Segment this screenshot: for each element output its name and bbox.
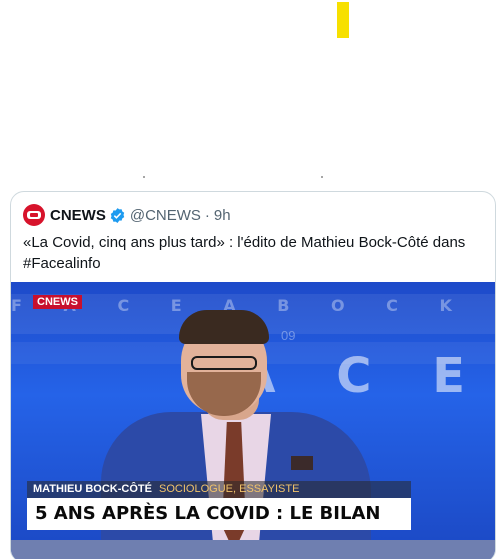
tweet-card[interactable]: CNEWS @CNEWS · 9h «La Covid, cinq ans pl… (10, 191, 496, 559)
tweet-text: «La Covid, cinq ans plus tard» : l'édito… (23, 232, 485, 274)
divider-tick (321, 176, 323, 178)
separator-dot: · (204, 206, 210, 224)
presenter-glasses (191, 356, 257, 370)
divider-tick (143, 176, 145, 178)
author-handle[interactable]: @CNEWS (130, 207, 201, 224)
tweet-body: «La Covid, cinq ans plus tard» : l'édito… (23, 234, 466, 251)
cnews-logo-icon[interactable] (23, 204, 45, 226)
yellow-marker (337, 2, 349, 38)
presenter-hair (179, 310, 269, 344)
lower-third-name: MATHIEU BOCK-CÔTÉ (33, 483, 152, 495)
hashtag-link[interactable]: #Facealinfo (23, 255, 101, 272)
tweet-timestamp[interactable]: 9h (214, 207, 231, 224)
studio-desk (11, 540, 495, 559)
presenter-pocket-square (291, 456, 313, 470)
channel-logo: CNEWS (33, 295, 82, 309)
verified-badge-icon (110, 207, 125, 223)
lower-third-name-bar: MATHIEU BOCK-CÔTÉ SOCIOLOGUE, ESSAYISTE (27, 481, 411, 498)
author-display-name[interactable]: CNEWS (50, 207, 106, 224)
tweet-header: CNEWS @CNEWS · 9h (23, 204, 231, 226)
tweet-media-image[interactable]: F A C E A B O C K 09 A C E CNEWS MATHIEU… (11, 282, 495, 559)
lower-third-headline: 5 ANS APRÈS LA COVID : LE BILAN (27, 498, 411, 530)
lower-third-role: SOCIOLOGUE, ESSAYISTE (159, 483, 300, 495)
